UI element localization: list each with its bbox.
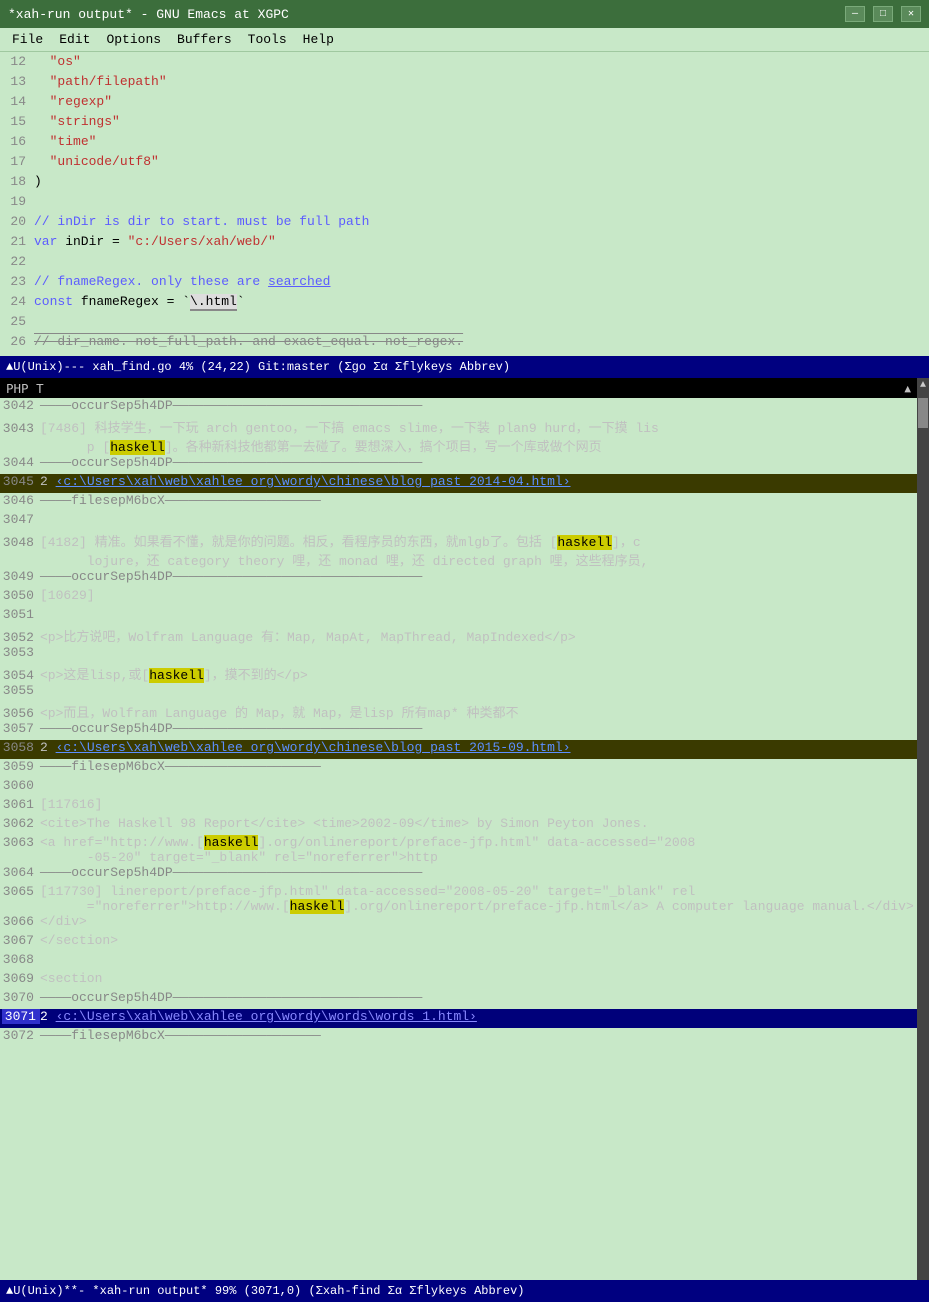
out-line-3043: 3043 [7486] 科技学生，一下玩 arch gentoo，一下搞 ema… <box>0 417 917 455</box>
out-line-3067: 3067 </section> <box>0 933 917 952</box>
out-line-3065: 3065 [117730] linereport/preface-jfp.htm… <box>0 884 917 914</box>
out-line-3058: 3058 2 ‹c:\Users\xah\web\xahlee_org\word… <box>0 740 917 759</box>
out-line-3062: 3062 <cite>The Haskell 98 Report</cite> … <box>0 816 917 835</box>
out-line-3071: 3071 2 ‹c:\Users\xah\web\xahlee_org\word… <box>0 1009 917 1028</box>
out-line-3054: 3054 <p>这是lisp,或[haskell]，摸不到的</p> <box>0 664 917 683</box>
out-line-3044: 3044 ————occurSep5h4DP——————————————————… <box>0 455 917 474</box>
code-line-13: 13 "path/filepath" <box>0 74 929 94</box>
output-header: PHP T <box>6 381 44 396</box>
out-line-3063: 3063 <a href="http://www.[haskell].org/o… <box>0 835 917 865</box>
out-line-3050: 3050 [10629] <box>0 588 917 607</box>
code-line-20: 20 // inDir is dir to start. must be ful… <box>0 214 929 234</box>
out-line-3045: 3045 2 ‹c:\Users\xah\web\xahlee_org\word… <box>0 474 917 493</box>
out-line-3072: 3072 ————filesepM6bcX———————————————————… <box>0 1028 917 1047</box>
out-line-3055: 3055 <box>0 683 917 702</box>
output-lines: PHP T ▲ 3042 ————occurSep5h4DP——————————… <box>0 378 917 1280</box>
code-line-25: 25 <box>0 314 929 334</box>
out-line-3048: 3048 [4182] 精准。如果看不懂，就是你的问题。相反，看程序员的东西，就… <box>0 531 917 569</box>
code-line-24: 24 const fnameRegex = `\.html` <box>0 294 929 314</box>
code-line-18: 18 ) <box>0 174 929 194</box>
scroll-up-icon[interactable]: ▲ <box>920 380 926 391</box>
code-line-21: 21 var inDir = "c:/Users/xah/web/" <box>0 234 929 254</box>
out-line-3056: 3056 <p>而且，Wolfram Language 的 Map，就 Map，… <box>0 702 917 721</box>
window-controls: — □ ✕ <box>845 6 921 22</box>
menu-tools[interactable]: Tools <box>240 30 295 49</box>
code-line-12: 12 "os" <box>0 54 929 74</box>
title-bar: *xah-run output* - GNU Emacs at XGPC — □… <box>0 0 929 28</box>
code-line-23: 23 // fnameRegex. only these are searche… <box>0 274 929 294</box>
code-line-26: 26 // dir_name. not_full_path. and exact… <box>0 334 929 354</box>
maximize-button[interactable]: □ <box>873 6 893 22</box>
out-line-3059: 3059 ————filesepM6bcX———————————————————… <box>0 759 917 778</box>
out-line-3068: 3068 <box>0 952 917 971</box>
scrollbar-vertical[interactable]: ▲ <box>917 378 929 1280</box>
close-button[interactable]: ✕ <box>901 6 921 22</box>
scroll-up-arrow[interactable]: ▲ <box>904 382 911 395</box>
out-line-3066: 3066 </div> <box>0 914 917 933</box>
window-title: *xah-run output* - GNU Emacs at XGPC <box>8 7 289 22</box>
scrollbar-thumb[interactable] <box>918 398 928 428</box>
out-line-3057: 3057 ————occurSep5h4DP——————————————————… <box>0 721 917 740</box>
out-line-3060: 3060 <box>0 778 917 797</box>
code-line-19: 19 <box>0 194 929 214</box>
out-line-3042: 3042 ————occurSep5h4DP——————————————————… <box>0 398 917 417</box>
out-line-3046: 3046 ————filesepM6bcX———————————————————… <box>0 493 917 512</box>
out-line-3070: 3070 ————occurSep5h4DP——————————————————… <box>0 990 917 1009</box>
menu-buffers[interactable]: Buffers <box>169 30 240 49</box>
out-line-3047: 3047 <box>0 512 917 531</box>
code-line-16: 16 "time" <box>0 134 929 154</box>
out-line-3064: 3064 ————occurSep5h4DP——————————————————… <box>0 865 917 884</box>
top-code-area: 12 "os" 13 "path/filepath" 14 "regexp" 1… <box>0 52 929 356</box>
code-line-17: 17 "unicode/utf8" <box>0 154 929 174</box>
output-area[interactable]: PHP T ▲ 3042 ————occurSep5h4DP——————————… <box>0 378 929 1280</box>
minimize-button[interactable]: — <box>845 6 865 22</box>
out-line-3049: 3049 ————occurSep5h4DP——————————————————… <box>0 569 917 588</box>
modeline-top-text: ▲U(Unix)--- xah_find.go 4% (24,22) Git:m… <box>6 360 510 374</box>
out-line-3069: 3069 <section <box>0 971 917 990</box>
menu-edit[interactable]: Edit <box>51 30 98 49</box>
modeline-bottom: ▲U(Unix)**- *xah-run output* 99% (3071,0… <box>0 1280 929 1302</box>
modeline-top: ▲U(Unix)--- xah_find.go 4% (24,22) Git:m… <box>0 356 929 378</box>
code-line-22: 22 <box>0 254 929 274</box>
menu-file[interactable]: File <box>4 30 51 49</box>
out-line-3052: 3052 <p>比方说吧，Wolfram Language 有：Map, Map… <box>0 626 917 645</box>
out-line-3051: 3051 <box>0 607 917 626</box>
code-line-14: 14 "regexp" <box>0 94 929 114</box>
menu-bar: File Edit Options Buffers Tools Help <box>0 28 929 52</box>
menu-help[interactable]: Help <box>295 30 342 49</box>
modeline-bottom-text: ▲U(Unix)**- *xah-run output* 99% (3071,0… <box>6 1284 524 1298</box>
out-line-3061: 3061 [117616] <box>0 797 917 816</box>
code-line-15: 15 "strings" <box>0 114 929 134</box>
out-line-3053: 3053 <box>0 645 917 664</box>
menu-options[interactable]: Options <box>98 30 169 49</box>
